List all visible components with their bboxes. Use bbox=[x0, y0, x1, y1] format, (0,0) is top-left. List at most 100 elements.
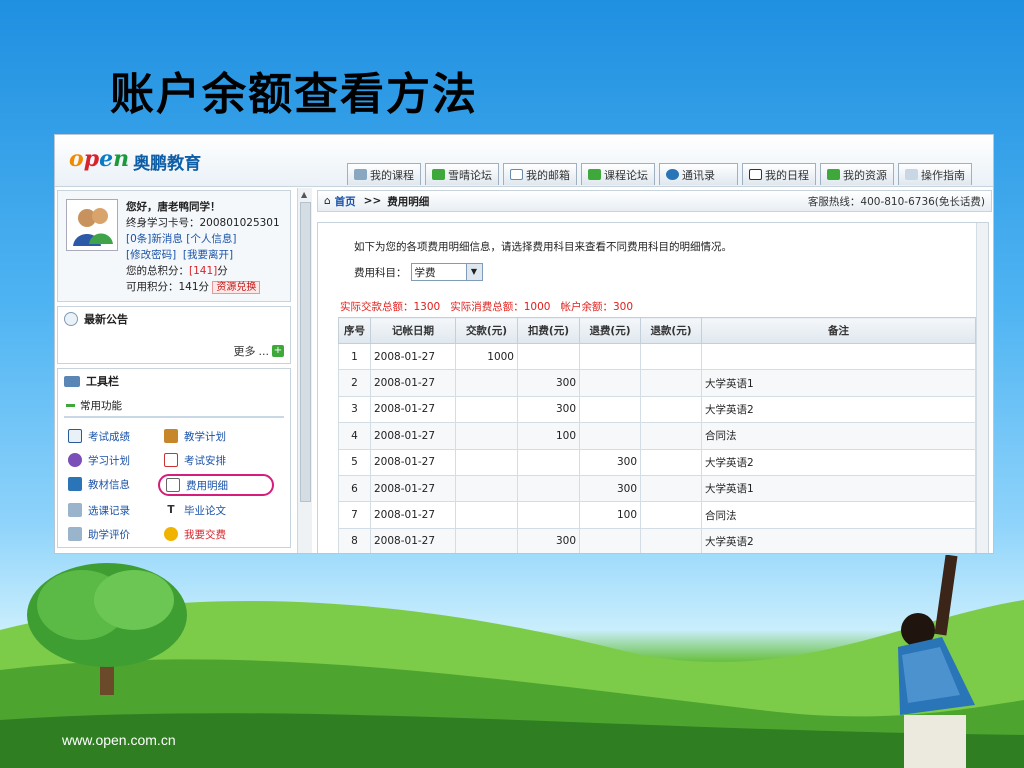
table-cell: 2008-01-27 bbox=[370, 369, 456, 397]
table-cell: 5 bbox=[338, 448, 371, 476]
table-row: 3 2008-01-27 300 大学英语2 bbox=[338, 395, 976, 424]
teaching-plan-link[interactable]: 教学计划 bbox=[164, 426, 274, 446]
evaluation-link[interactable]: 助学评价 bbox=[68, 524, 164, 544]
notice-panel: 最新公告 更多... + bbox=[57, 306, 291, 364]
table-cell: 300 bbox=[517, 395, 580, 424]
table-cell: 2 bbox=[338, 369, 371, 397]
user-panel: 您好，唐老鸭同学！ 终身学习卡号：200801025301 [0条]新消息 [个… bbox=[57, 190, 291, 302]
forum-icon bbox=[588, 169, 601, 180]
app-logo[interactable]: open 奥鹏教育 bbox=[69, 143, 202, 175]
table-cell: 300 bbox=[517, 527, 580, 553]
table-cell bbox=[517, 474, 580, 503]
table-cell bbox=[640, 448, 702, 476]
coins-icon bbox=[164, 527, 178, 541]
exam-schedule-link[interactable]: 考试安排 bbox=[164, 450, 274, 470]
intro-text: 如下为您的各项费用明细信息，请选择费用科目来查看不同费用科目的明细情况。 bbox=[354, 241, 732, 253]
col-header-date[interactable]: 记帐日期 bbox=[370, 317, 456, 344]
available-points-row: 可用积分：141分 资源兑换 bbox=[126, 279, 280, 296]
table-cell bbox=[455, 422, 518, 450]
table-row: 6 2008-01-27 300 大学英语1 bbox=[338, 474, 976, 503]
guide-icon bbox=[905, 169, 918, 180]
col-header-remark[interactable]: 备注 bbox=[701, 317, 976, 344]
scroll-up-icon[interactable]: ▲ bbox=[301, 190, 307, 199]
fee-details-panel: 如下为您的各项费用明细信息，请选择费用科目来查看不同费用科目的明细情况。 费用科… bbox=[317, 222, 989, 553]
col-header-refund[interactable]: 退款(元) bbox=[640, 317, 702, 344]
table-cell: 8 bbox=[338, 527, 371, 553]
pay-fees-link[interactable]: 我要交费 bbox=[164, 524, 274, 544]
function-grid: 考试成绩 教学计划 学习计划 考试安排 教材信息 费用明细 选课记录 T 毕业论文… bbox=[58, 420, 290, 550]
main-content: ⌂ 首页 >> 费用明细 客服热线：400-810-6736(免长话费) 如下为… bbox=[317, 190, 992, 553]
table-cell bbox=[640, 369, 702, 397]
table-cell: 2008-01-27 bbox=[370, 342, 456, 371]
content-scrollbar[interactable] bbox=[976, 223, 988, 553]
user-links-row-1: [0条]新消息 [个人信息] bbox=[126, 231, 280, 247]
leave-link[interactable]: [我要离开] bbox=[183, 249, 233, 261]
tab-my-courses[interactable]: 我的课程 bbox=[347, 163, 421, 185]
table-cell: 2008-01-27 bbox=[370, 474, 456, 503]
toolbar-title: 工具栏 bbox=[86, 375, 119, 388]
tab-mailbox[interactable]: 我的邮箱 bbox=[503, 163, 577, 185]
table-cell bbox=[455, 395, 518, 424]
table-cell: 6 bbox=[338, 474, 371, 503]
exam-scores-link[interactable]: 考试成绩 bbox=[68, 426, 164, 446]
tab-forum[interactable]: 雪晴论坛 bbox=[425, 163, 499, 185]
study-plan-link[interactable]: 学习计划 bbox=[68, 450, 164, 470]
textbook-info-link[interactable]: 教材信息 bbox=[68, 474, 164, 494]
col-header-refund-fee[interactable]: 退费(元) bbox=[579, 317, 641, 344]
hotline-text: 客服热线：400-810-6736(免长话费) bbox=[807, 195, 985, 208]
table-cell: 2008-01-27 bbox=[370, 448, 456, 476]
logo-text: 奥鹏教育 bbox=[133, 154, 202, 174]
table-row: 5 2008-01-27 300 大学英语2 bbox=[338, 448, 976, 476]
table-cell: 300 bbox=[517, 369, 580, 397]
balance-summary: 实际交款总额：1300 实际消费总额：1000 帐户余额：300 bbox=[340, 301, 634, 313]
fee-subject-select[interactable]: 学费 ▼ bbox=[410, 263, 483, 281]
tab-course-forum[interactable]: 课程论坛 bbox=[581, 163, 655, 185]
more-link[interactable]: 更多... + bbox=[234, 343, 284, 359]
forum-icon bbox=[432, 169, 445, 180]
tab-contacts[interactable]: 通讯录 bbox=[659, 163, 738, 185]
table-cell: 1000 bbox=[455, 342, 518, 371]
evaluation-icon bbox=[68, 527, 82, 541]
table-cell: 3 bbox=[338, 395, 371, 424]
course-selection-link[interactable]: 选课记录 bbox=[68, 500, 164, 520]
avatar bbox=[66, 199, 118, 251]
scrollbar-thumb[interactable] bbox=[300, 202, 311, 502]
fee-subject-label: 费用科目： bbox=[354, 266, 407, 279]
table-row: 1 2008-01-27 1000 bbox=[338, 342, 976, 371]
table-cell: 7 bbox=[338, 501, 371, 529]
card-number: 200801025301 bbox=[199, 217, 280, 229]
sidebar-scrollbar[interactable]: ▲ bbox=[297, 188, 312, 553]
table-cell: 大学英语1 bbox=[701, 474, 976, 503]
resources-icon bbox=[827, 169, 840, 180]
home-icon: ⌂ bbox=[324, 195, 331, 207]
breadcrumb-home[interactable]: 首页 bbox=[335, 194, 356, 209]
table-cell bbox=[701, 342, 976, 371]
user-info: 您好，唐老鸭同学！ 终身学习卡号：200801025301 [0条]新消息 [个… bbox=[126, 199, 280, 296]
table-row: 4 2008-01-27 100 合同法 bbox=[338, 422, 976, 450]
chevron-down-icon[interactable]: ▼ bbox=[465, 264, 482, 280]
tab-resources[interactable]: 我的资源 bbox=[820, 163, 894, 185]
plus-icon: + bbox=[272, 345, 284, 357]
toolbar-icon bbox=[64, 375, 80, 387]
table-cell: 100 bbox=[579, 501, 641, 529]
table-cell bbox=[579, 395, 641, 424]
fee-details-link[interactable]: 费用明细 bbox=[158, 474, 274, 496]
col-header-no[interactable]: 序号 bbox=[338, 317, 371, 344]
tab-schedule[interactable]: 我的日程 bbox=[742, 163, 816, 185]
table-cell: 1 bbox=[338, 342, 371, 371]
table-cell bbox=[640, 501, 702, 529]
col-header-deduction[interactable]: 扣费(元) bbox=[517, 317, 580, 344]
messages-link[interactable]: [0条]新消息 bbox=[126, 233, 183, 245]
exchange-button[interactable]: 资源兑换 bbox=[212, 281, 261, 294]
table-cell: 2008-01-27 bbox=[370, 422, 456, 450]
fee-subject-value: 学费 bbox=[414, 266, 436, 279]
table-cell bbox=[640, 474, 702, 503]
change-password-link[interactable]: [修改密码] bbox=[126, 249, 176, 261]
table-cell bbox=[517, 501, 580, 529]
table-cell: 合同法 bbox=[701, 501, 976, 529]
thesis-link[interactable]: T 毕业论文 bbox=[164, 500, 274, 520]
profile-link[interactable]: [个人信息] bbox=[186, 233, 236, 245]
report-icon bbox=[68, 429, 82, 443]
col-header-payment[interactable]: 交款(元) bbox=[455, 317, 518, 344]
tab-guide[interactable]: 操作指南 bbox=[898, 163, 972, 185]
